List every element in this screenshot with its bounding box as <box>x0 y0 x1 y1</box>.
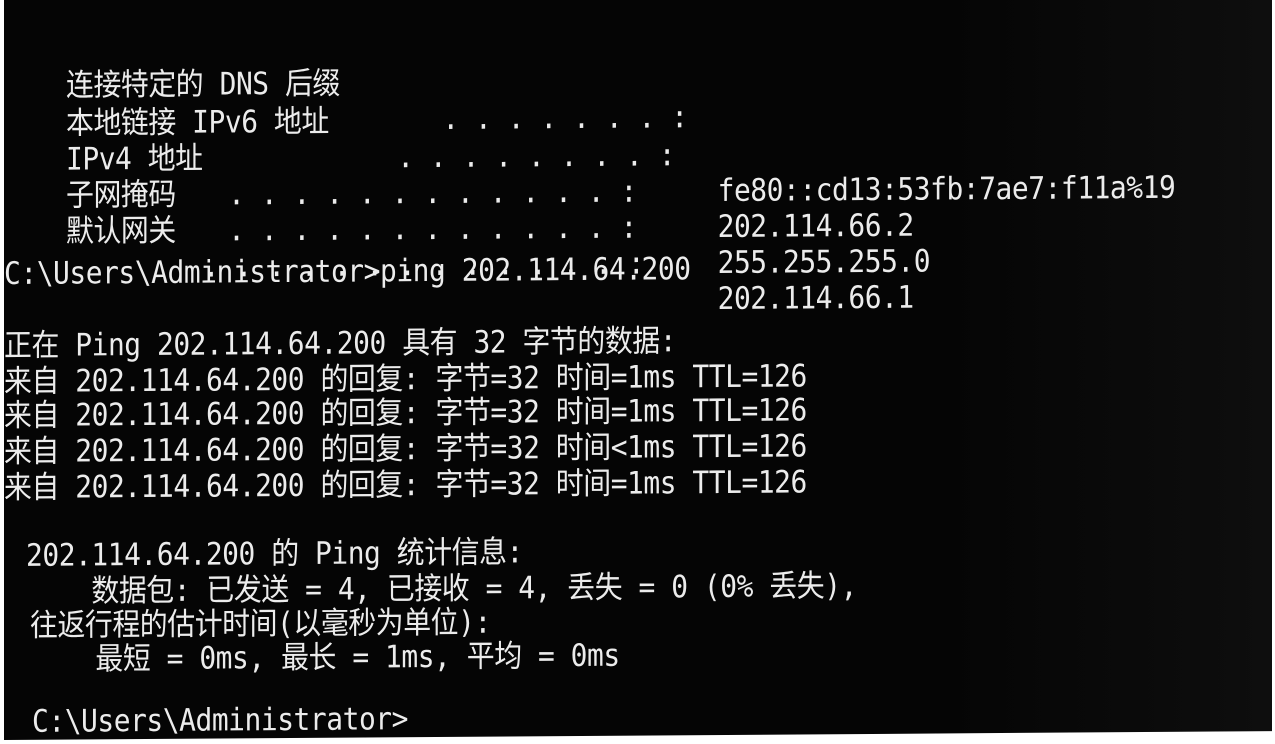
ping-reply-line: 来自 202.114.64.200 的回复: 字节=32 时间=1ms TTL=… <box>4 392 807 434</box>
ping-reply-line: 来自 202.114.64.200 的回复: 字节=32 时间=1ms TTL=… <box>4 464 807 506</box>
ipconfig-row: 默认网关 . . . . . . . . . . . . . : 202.114… <box>66 170 1128 317</box>
ipconfig-dots: . . . . . . . . . . . . : <box>211 209 637 249</box>
command-prompt: C:\Users\Administrator> <box>4 253 380 292</box>
ping-header: 正在 Ping 202.114.64.200 具有 32 字节的数据: <box>4 323 677 364</box>
command-input[interactable]: ping 202.114.64.200 <box>380 251 691 289</box>
command-line[interactable]: C:\Users\Administrator>ping 202.114.64.2… <box>4 251 691 292</box>
ipconfig-label: 默认网关 <box>66 212 176 250</box>
ping-stats-title: 202.114.64.200 的 Ping 统计信息: <box>26 534 523 574</box>
ping-rtt-title: 往返行程的估计时间(以毫秒为单位): <box>30 604 491 644</box>
ping-reply-line: 来自 202.114.64.200 的回复: 字节=32 时间<1ms TTL=… <box>4 428 807 470</box>
ping-packets-line: 数据包: 已发送 = 4, 已接收 = 4, 丢失 = 0 (0% 丢失), <box>26 568 857 610</box>
terminal-window[interactable]: 连接特定的 DNS 后缀 . . . . . . . : 本地链接 IPv6 地… <box>4 0 1272 741</box>
final-prompt[interactable]: C:\Users\Administrator> <box>32 701 408 740</box>
ping-rtt-values: 最短 = 0ms, 最长 = 1ms, 平均 = 0ms <box>30 637 620 678</box>
ipv4-address-value: 202.114.66.2 <box>717 207 914 246</box>
default-gateway-value: 202.114.66.1 <box>717 279 914 318</box>
subnet-mask-value: 255.255.255.0 <box>717 243 931 282</box>
ipconfig-row: 连接特定的 DNS 后缀 . . . . . . . : <box>66 24 1128 137</box>
